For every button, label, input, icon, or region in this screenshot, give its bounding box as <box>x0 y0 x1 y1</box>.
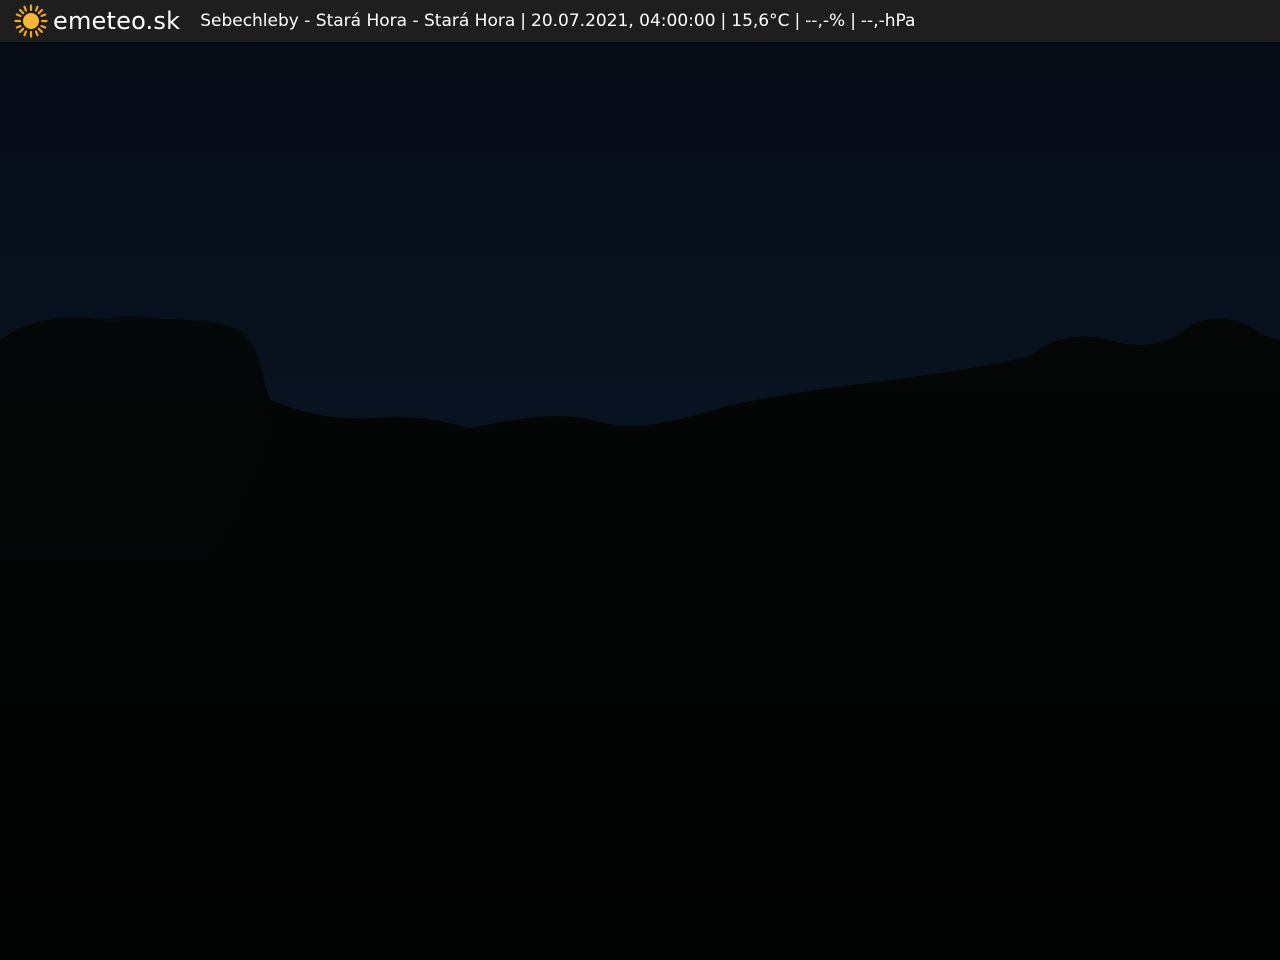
humidity-text: --,-% <box>805 11 846 31</box>
brand-name: emeteo.sk <box>53 7 181 35</box>
separator: | <box>520 11 527 31</box>
weather-caption: Sebechleby - Stará Hora - Stará Hora | 2… <box>200 11 915 31</box>
webcam-image <box>0 0 1280 960</box>
pressure-text: --,-hPa <box>860 11 916 31</box>
temperature-text: 15,6°C <box>731 11 790 31</box>
separator: | <box>720 11 727 31</box>
location-text: Sebechleby - Stará Hora - Stará Hora <box>200 11 516 31</box>
separator: | <box>794 11 801 31</box>
datetime-text: 20.07.2021, 04:00:00 <box>531 11 716 31</box>
info-bar: emeteo.sk Sebechleby - Stará Hora - Star… <box>0 0 1280 42</box>
sun-icon <box>14 4 48 38</box>
webcam-frame: emeteo.sk Sebechleby - Stará Hora - Star… <box>0 0 1280 960</box>
separator: | <box>850 11 856 31</box>
